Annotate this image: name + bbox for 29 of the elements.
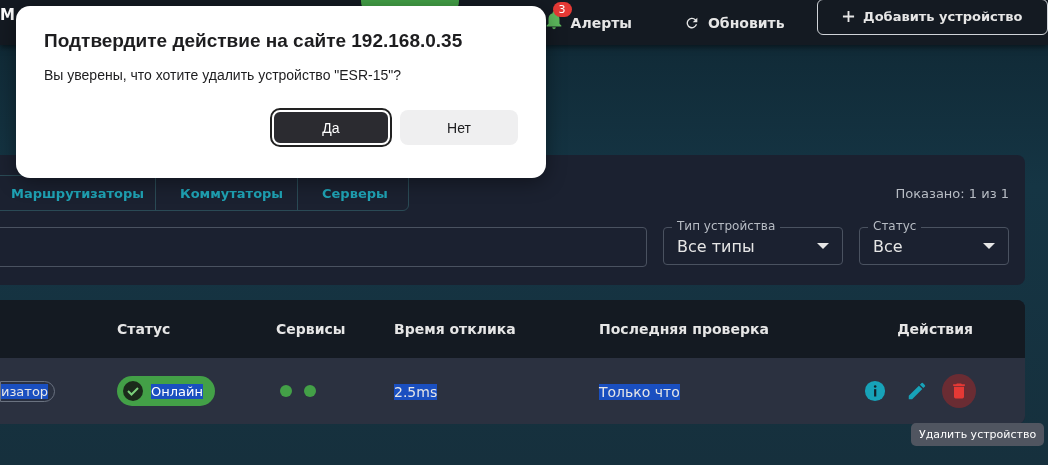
column-header: Действия xyxy=(896,321,974,337)
dialog-message: Вы уверены, что хотите удалить устройство "ESR-15"? xyxy=(44,67,403,83)
search-field[interactable] xyxy=(0,227,647,267)
refresh-button[interactable]: Обновить xyxy=(677,14,791,31)
cancel-button[interactable]: Нет xyxy=(400,110,518,145)
dialog-title: Подтвердите действие на сайте 192.168.0.35 xyxy=(44,30,464,52)
category-tab[interactable]: Серверы xyxy=(298,176,408,210)
caret-icon xyxy=(983,243,995,249)
tooltip: Удалить устройство xyxy=(911,423,1045,446)
table-cell: Только что xyxy=(599,383,680,400)
column-header: Статус xyxy=(117,321,172,337)
caret-icon xyxy=(817,243,829,249)
check-icon xyxy=(123,381,143,401)
alerts-button[interactable]: Алерты xyxy=(564,14,638,31)
info-icon[interactable] xyxy=(864,380,886,402)
column-header: Последняя проверка xyxy=(599,321,770,337)
confirm-button[interactable]: Да xyxy=(272,110,390,145)
field-label: Тип устройства xyxy=(672,219,781,234)
status-chip: Онлайн xyxy=(117,376,215,406)
delete-button[interactable] xyxy=(942,374,976,408)
field-label: Статус xyxy=(868,219,922,234)
plus-icon xyxy=(842,10,856,23)
column-header: Сервисы xyxy=(276,321,347,337)
table-cell: 2.5ms xyxy=(394,383,438,400)
app-title: М xyxy=(0,6,15,24)
alert-count-badge: 3 xyxy=(552,1,572,17)
results-count: Показано: 1 из 1 xyxy=(895,185,1009,201)
edit-icon[interactable] xyxy=(906,380,928,402)
column-header: Время отклика xyxy=(394,321,517,337)
